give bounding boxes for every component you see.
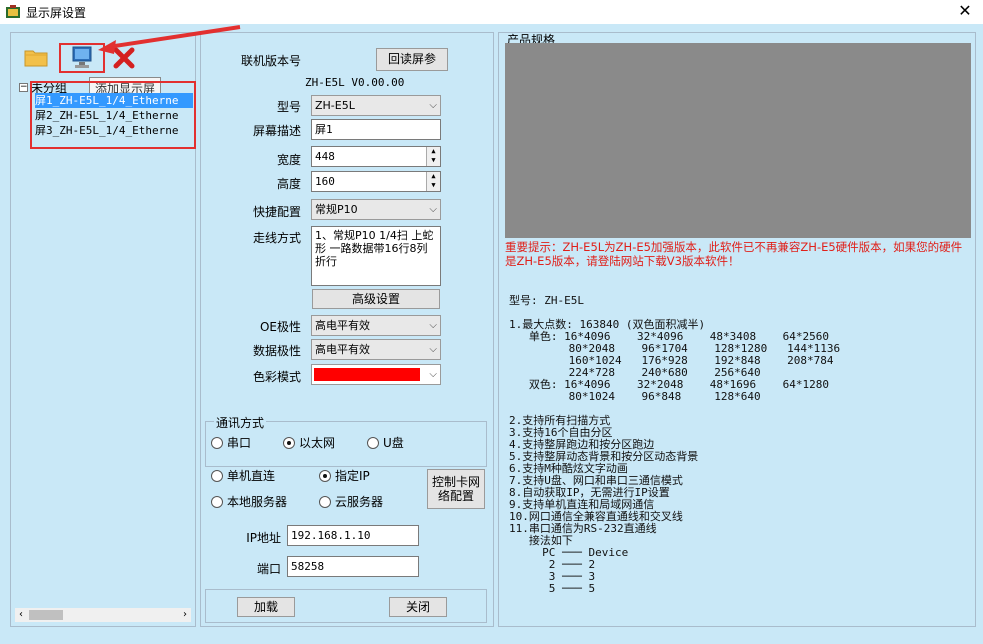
data-polarity-value: 高电平有效 [315,343,370,356]
load-button[interactable]: 加载 [237,597,295,617]
radio-dot [319,469,331,482]
port-input[interactable]: 58258 [287,556,419,577]
version-value: ZH-E5L V0.00.00 [305,76,405,89]
comm-serial-label: 串口 [227,436,252,450]
width-label: 宽度 [276,153,301,167]
monitor-icon [72,46,92,68]
comm-ethernet-radio[interactable]: 以太网 [283,434,335,451]
ip-label: IP地址 [246,531,281,545]
height-label: 高度 [276,177,301,191]
app-icon [6,5,20,18]
comm-usb-radio[interactable]: U盘 [367,434,404,451]
compat-warning: 重要提示：ZH-E5L为ZH-E5加强版本，此软件已不再兼容ZH-E5硬件版本，… [505,240,963,268]
collapse-icon[interactable]: − [19,82,28,92]
oe-polarity-label: OE极性 [259,320,301,334]
model-label: 型号 [276,100,301,114]
oe-polarity-select[interactable]: 高电平有效 ⌵ [311,315,441,336]
width-value: 448 [315,150,335,163]
mode-cloud-server-label: 云服务器 [335,495,384,509]
mode-local-server-radio[interactable]: 本地服务器 [211,493,287,510]
product-spec-panel: 产品规格 重要提示：ZH-E5L为ZH-E5加强版本，此软件已不再兼容ZH-E5… [498,32,976,627]
mode-cloud-server-radio[interactable]: 云服务器 [319,493,383,510]
desc-label: 屏幕描述 [252,124,301,138]
scroll-thumb[interactable] [29,610,63,620]
mode-direct-label: 单机直连 [227,469,276,483]
network-config-button[interactable]: 控制卡网 络配置 [427,469,485,509]
quick-config-select[interactable]: 常规P10 ⌵ [311,199,441,220]
ip-input[interactable]: 192.168.1.10 [287,525,419,546]
desc-input[interactable]: 屏1 [311,119,441,140]
color-mode-label: 色彩模式 [252,370,301,384]
radio-dot [211,495,223,508]
color-swatch [314,368,420,381]
mode-local-server-label: 本地服务器 [227,495,288,509]
model-select[interactable]: ZH-E5L ⌵ [311,95,441,116]
window-title: 显示屏设置 [26,6,87,20]
width-input[interactable]: 448 ▲ ▼ [311,146,441,167]
quick-config-value: 常规P10 [315,203,358,216]
comm-group-title: 通讯方式 [214,414,267,431]
comm-serial-radio[interactable]: 串口 [211,434,251,451]
readback-button[interactable]: 回读屏参 [376,48,448,71]
advanced-settings-button[interactable]: 高级设置 [312,289,440,309]
port-label: 端口 [256,562,281,576]
network-config-line2: 络配置 [437,489,474,503]
chevron-down-icon: ⌵ [429,100,437,111]
tree-highlight-box [30,81,196,149]
oe-polarity-value: 高电平有效 [315,319,370,332]
chevron-down-icon: ⌵ [429,204,437,215]
data-polarity-label: 数据极性 [252,344,301,358]
close-button[interactable]: 关闭 [389,597,447,617]
comm-ethernet-label: 以太网 [299,436,336,450]
client-area: 添加显示屏 − 未分组 屏1_ZH-E5L_1/4_Etherne 屏2_ZH-… [0,24,983,644]
title-bar: 显示屏设置 ✕ [0,0,983,24]
spec-text: 型号: ZH-E5L 1.最大点数: 163840 (双色面积减半) 单色: 1… [509,295,840,595]
height-spinner[interactable]: ▲ ▼ [426,172,440,191]
network-config-line1: 控制卡网 [431,475,480,489]
routing-textarea[interactable]: 1、常规P10 1/4扫 上蛇形 一路数据带16行8列折行 [311,226,441,286]
scroll-left-icon[interactable]: ‹ [15,608,27,622]
quick-config-label: 快捷配置 [252,205,301,219]
chevron-down-icon: ⌵ [429,320,437,331]
radio-dot [211,469,223,482]
version-label: 联机版本号 [240,54,301,68]
height-value: 160 [315,175,335,188]
color-mode-select[interactable]: ⌵ [311,364,441,385]
mode-fixed-ip-radio[interactable]: 指定IP [319,467,370,484]
folder-icon[interactable] [23,45,49,69]
product-preview [505,43,971,238]
radio-dot [367,436,379,449]
delete-icon[interactable] [111,46,137,70]
width-spinner[interactable]: ▲ ▼ [426,147,440,166]
mode-fixed-ip-label: 指定IP [335,469,370,483]
chevron-down-icon: ⌵ [429,344,437,355]
radio-dot [283,436,295,449]
screen-settings-panel: 联机版本号 回读屏参 ZH-E5L V0.00.00 型号 ZH-E5L ⌵ 屏幕… [200,32,494,627]
spec-line: 5 ─── 5 [509,582,596,595]
comm-usb-label: U盘 [383,436,404,450]
spec-line: 型号: ZH-E5L [509,294,584,307]
radio-dot [319,495,331,508]
add-screen-button[interactable] [59,43,105,73]
chevron-down-icon: ⌵ [429,369,437,380]
radio-dot [211,436,223,449]
scroll-right-icon[interactable]: › [179,608,191,622]
horizontal-scrollbar[interactable]: ‹ › [15,608,191,622]
spec-line: 80*1024 96*848 128*640 [509,390,761,403]
routing-label: 走线方式 [252,231,301,245]
model-value: ZH-E5L [315,99,355,112]
data-polarity-select[interactable]: 高电平有效 ⌵ [311,339,441,360]
close-icon[interactable]: ✕ [955,2,975,22]
mode-direct-radio[interactable]: 单机直连 [211,467,275,484]
height-input[interactable]: 160 ▲ ▼ [311,171,441,192]
